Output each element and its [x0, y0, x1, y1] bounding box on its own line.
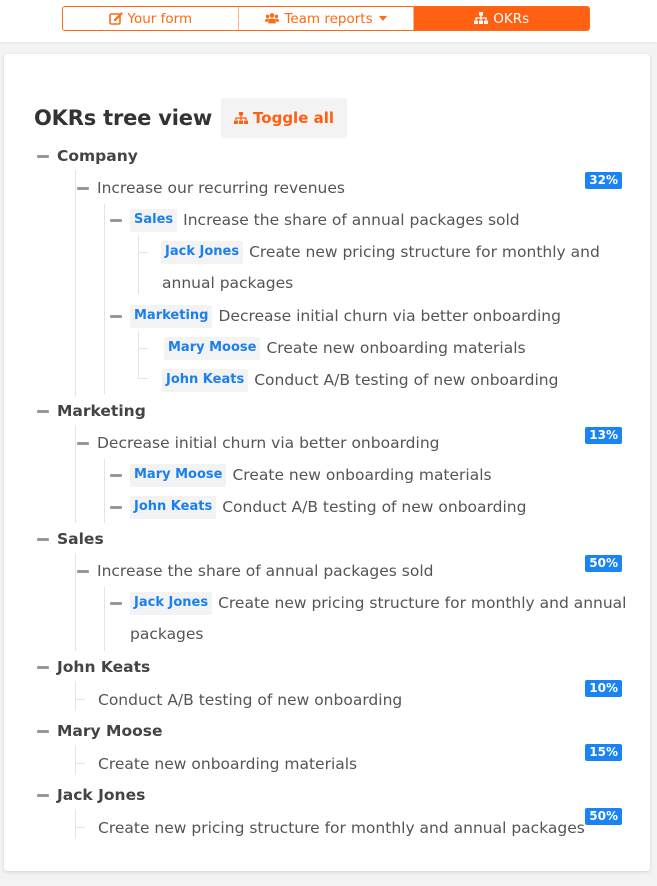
nav-tab-label: Your form	[127, 10, 193, 27]
tree-objective: Increase the share of annual packages so…	[4, 555, 650, 587]
progress-badge: 50%	[585, 808, 622, 825]
collapse-icon[interactable]	[37, 154, 49, 158]
tree-initiative: Jack Jones Create new pricing structure …	[4, 236, 650, 268]
key-result-text: Conduct A/B testing of new onboarding	[222, 498, 527, 516]
collapse-icon[interactable]	[110, 601, 122, 605]
collapse-icon[interactable]	[77, 186, 89, 190]
root-label: John Keats	[57, 658, 151, 676]
owner-tag[interactable]: Mary Moose	[164, 336, 261, 360]
caret-down-icon	[378, 16, 387, 21]
nav-tab-team-reports[interactable]: Team reports	[238, 7, 415, 30]
objective-text: Increase our recurring revenues	[97, 179, 345, 197]
key-result-text: Increase the share of annual packages so…	[183, 211, 520, 229]
top-bar: Your form Team reports OKRs	[0, 0, 657, 42]
collapse-icon[interactable]	[37, 793, 49, 797]
progress-badge: 15%	[585, 744, 622, 761]
tree-root-john-keats: John Keats	[4, 651, 650, 683]
tree-key-result: Marketing Decrease initial churn via bet…	[4, 300, 650, 332]
key-result-text: Create new onboarding materials	[232, 466, 492, 484]
tree-initiative: Mary Moose Create new onboarding materia…	[4, 332, 650, 364]
tree-initiative: John Keats Conduct A/B testing of new on…	[4, 364, 650, 396]
tree-key-result: Sales Increase the share of annual packa…	[4, 204, 650, 236]
nav-tab-your-form[interactable]: Your form	[63, 7, 239, 30]
progress-badge: 10%	[585, 680, 622, 697]
root-label: Marketing	[57, 402, 146, 420]
page-title: OKRs tree view	[34, 106, 213, 130]
owner-tag[interactable]: Sales	[130, 208, 178, 232]
tree-objective: Create new onboarding materials 15%	[4, 744, 650, 780]
root-label: Mary Moose	[57, 722, 163, 740]
nav-tab-label: Team reports	[284, 10, 373, 27]
toggle-all-button[interactable]: Toggle all	[221, 98, 347, 138]
progress-badge: 50%	[585, 555, 622, 572]
collapse-icon[interactable]	[110, 473, 122, 477]
collapse-icon[interactable]	[110, 218, 122, 222]
collapse-icon[interactable]	[110, 505, 122, 509]
owner-tag[interactable]: John Keats	[130, 495, 217, 519]
okrs-card: OKRs tree view Toggle all Company Increa…	[4, 54, 650, 871]
initiative-text-wrap: annual packages	[162, 274, 294, 292]
tree-key-result: Jack Jones Create new pricing structure …	[4, 587, 650, 619]
owner-tag[interactable]: Marketing	[130, 304, 213, 328]
root-label: Sales	[57, 530, 104, 548]
root-label: Jack Jones	[57, 786, 146, 804]
tree-key-result: Mary Moose Create new onboarding materia…	[4, 459, 650, 491]
collapse-icon[interactable]	[110, 314, 122, 318]
tree-root-company: Company	[4, 140, 650, 172]
tree-root-jack-jones: Jack Jones	[4, 779, 650, 811]
collapse-icon[interactable]	[37, 729, 49, 733]
tree-key-result: John Keats Conduct A/B testing of new on…	[4, 491, 650, 523]
nav-tab-label: OKRs	[493, 10, 530, 27]
tree-root-marketing: Marketing	[4, 395, 650, 427]
tree-root-mary-moose: Mary Moose	[4, 715, 650, 747]
edit-icon	[108, 12, 123, 25]
sitemap-icon	[234, 111, 249, 124]
tree-objective: Decrease initial churn via better onboar…	[4, 427, 650, 459]
collapse-icon[interactable]	[37, 665, 49, 669]
root-label: Company	[57, 147, 138, 165]
collapse-icon[interactable]	[77, 569, 89, 573]
collapse-icon[interactable]	[37, 409, 49, 413]
progress-badge: 13%	[585, 427, 622, 444]
heading-row: OKRs tree view Toggle all	[34, 98, 347, 138]
key-result-text: Create new pricing structure for monthly…	[218, 594, 627, 612]
objective-text: Create new onboarding materials	[98, 755, 358, 773]
main-nav: Your form Team reports OKRs	[62, 6, 590, 31]
tree-root-sales: Sales	[4, 523, 650, 555]
owner-tag[interactable]: John Keats	[162, 368, 249, 392]
tree-objective: Increase our recurring revenues 32%	[4, 172, 650, 204]
owner-tag[interactable]: Mary Moose	[130, 463, 227, 487]
nav-tab-okrs[interactable]: OKRs	[414, 7, 589, 30]
objective-text: Increase the share of annual packages so…	[97, 562, 434, 580]
owner-tag[interactable]: Jack Jones	[130, 591, 213, 615]
objective-text: Conduct A/B testing of new onboarding	[98, 691, 403, 709]
tree-objective: Create new pricing structure for monthly…	[4, 808, 650, 844]
tree-objective: Conduct A/B testing of new onboarding 10…	[4, 680, 650, 716]
progress-badge: 32%	[585, 172, 622, 189]
key-result-text: Decrease initial churn via better onboar…	[218, 307, 561, 325]
collapse-icon[interactable]	[37, 537, 49, 541]
objective-text: Decrease initial churn via better onboar…	[97, 434, 440, 452]
key-result-text-wrap: packages	[130, 625, 204, 643]
initiative-text: Create new pricing structure for monthly…	[249, 243, 600, 261]
users-icon	[265, 13, 280, 24]
objective-text: Create new pricing structure for monthly…	[98, 819, 585, 837]
toggle-all-label: Toggle all	[253, 109, 334, 127]
initiative-text: Create new onboarding materials	[266, 339, 526, 357]
collapse-icon[interactable]	[77, 441, 89, 445]
initiative-text: Conduct A/B testing of new onboarding	[254, 371, 559, 389]
sitemap-icon	[474, 12, 489, 24]
owner-tag[interactable]: Jack Jones	[161, 240, 244, 264]
